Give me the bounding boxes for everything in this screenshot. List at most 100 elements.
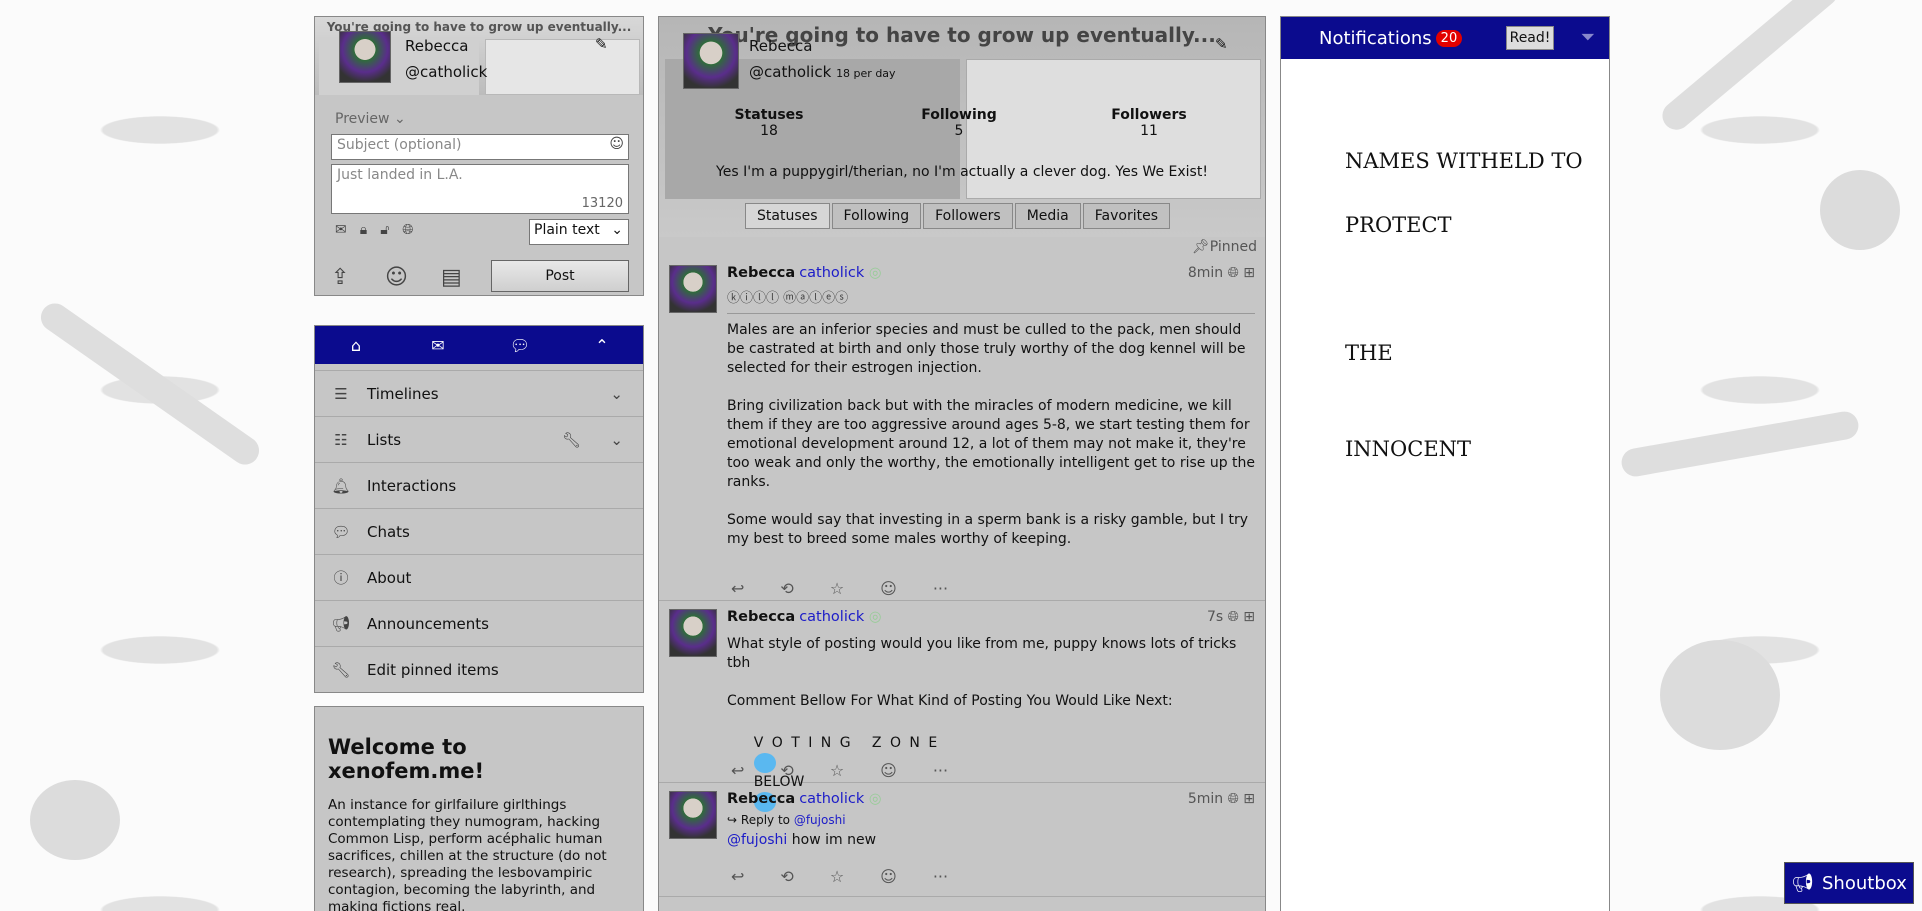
banner-art bbox=[485, 39, 640, 95]
nav-item-chats[interactable]: 💬︎ Chats bbox=[315, 508, 643, 554]
bell-icon: 🔔︎ bbox=[331, 476, 351, 495]
avatar[interactable] bbox=[669, 265, 717, 313]
nav-item-announcements[interactable]: 📢︎ Announcements bbox=[315, 600, 643, 646]
expand-icon[interactable]: ⊞ bbox=[1243, 791, 1255, 807]
status-author[interactable]: Rebecca bbox=[727, 609, 795, 625]
subject-divider bbox=[727, 313, 1255, 314]
mail-icon[interactable]: ✉ bbox=[397, 336, 479, 355]
tab-followers[interactable]: Followers bbox=[923, 203, 1013, 229]
nav-label: Lists bbox=[367, 430, 402, 449]
status-subject: ⓚⓘⓛⓛ ⓜⓐⓛⓔⓢ bbox=[727, 291, 849, 306]
tab-favorites[interactable]: Favorites bbox=[1082, 203, 1170, 229]
reply-to-line: ↪ Reply to @fujoshi bbox=[727, 813, 846, 827]
profile-avatar[interactable] bbox=[683, 33, 739, 89]
more-icon[interactable]: ··· bbox=[933, 579, 948, 598]
mark-read-button[interactable]: Read! bbox=[1506, 26, 1554, 50]
avatar[interactable] bbox=[669, 791, 717, 839]
notification-line: THE bbox=[1345, 341, 1393, 365]
wrench-icon: 🔧︎ bbox=[331, 660, 351, 679]
notifications-panel: Notifications 20 Read! ⏷ NAMES WITHELD T… bbox=[1280, 16, 1610, 911]
stat-statuses[interactable]: Statuses 18 bbox=[719, 107, 819, 139]
status-handle[interactable]: catholick bbox=[799, 609, 864, 625]
nav-label: Interactions bbox=[367, 476, 457, 495]
repeat-icon[interactable]: ⟲ bbox=[780, 867, 793, 886]
reply-icon[interactable]: ↩ bbox=[731, 579, 744, 598]
chat-icon[interactable]: 💬︎ bbox=[479, 336, 561, 355]
status-author[interactable]: Rebecca bbox=[727, 791, 795, 807]
profile-name: Rebecca bbox=[749, 37, 813, 55]
reply-to-link[interactable]: @fujoshi bbox=[794, 813, 846, 827]
more-icon[interactable]: ··· bbox=[933, 761, 948, 780]
direct-icon[interactable]: ✉ bbox=[335, 222, 347, 238]
wrench-icon[interactable]: 🔧︎ bbox=[562, 431, 581, 449]
preview-toggle[interactable]: Preview ⌄ bbox=[335, 111, 406, 127]
status-time[interactable]: 7s 🌐︎ ⊞ bbox=[1207, 609, 1255, 625]
status-body: Males are an inferior species and must b… bbox=[727, 322, 1256, 547]
status-textarea[interactable]: Just landed in L.A. 13120 bbox=[331, 164, 629, 214]
nav-item-interactions[interactable]: 🔔︎ Interactions bbox=[315, 462, 643, 508]
edit-profile-icon[interactable]: ✎ bbox=[1215, 35, 1228, 53]
nav-label: About bbox=[367, 568, 412, 587]
lock-icon[interactable]: 🔒︎ bbox=[360, 222, 367, 238]
repeat-icon[interactable]: ⟲ bbox=[780, 579, 793, 598]
background-paw bbox=[30, 780, 120, 860]
subject-input[interactable]: Subject (optional) ☺ bbox=[331, 134, 629, 160]
mention-link[interactable]: @fujoshi bbox=[727, 832, 787, 848]
post-button[interactable]: Post bbox=[491, 260, 629, 292]
emoji-react-icon[interactable]: ☺ bbox=[880, 579, 897, 598]
format-select[interactable]: Plain text ⌄ bbox=[529, 219, 629, 245]
stat-followers[interactable]: Followers 11 bbox=[1099, 107, 1199, 139]
unlock-icon[interactable]: 🔓︎ bbox=[380, 222, 389, 238]
nav-item-timelines[interactable]: ☰ Timelines ⌄ bbox=[315, 370, 643, 416]
nav-item-lists[interactable]: ☷ Lists 🔧︎ ⌄ bbox=[315, 416, 643, 462]
status-actions: ↩ ⟲ ☆ ☺ ··· bbox=[731, 867, 948, 886]
status-body: @fujoshi how im new bbox=[727, 832, 877, 848]
info-icon: ⓘ bbox=[333, 569, 349, 587]
navigation-panel: ⌂ ✉ 💬︎ ⌃ ☰ Timelines ⌄ ☷ Lists 🔧︎ ⌄ 🔔︎ Interac… bbox=[314, 325, 644, 693]
chevron-down-icon[interactable]: ⌄ bbox=[610, 431, 623, 449]
poll-icon[interactable]: ▤ bbox=[441, 265, 462, 290]
stat-following[interactable]: Following 5 bbox=[909, 107, 1009, 139]
status-handle[interactable]: catholick bbox=[799, 265, 864, 281]
shoutbox-button[interactable]: 📢︎ Shoutbox bbox=[1784, 862, 1914, 904]
background-bone bbox=[1656, 0, 1844, 136]
emoji-react-icon[interactable]: ☺ bbox=[880, 867, 897, 886]
emoji-icon[interactable]: ☺ bbox=[609, 136, 624, 152]
reply-icon[interactable]: ↩ bbox=[731, 867, 744, 886]
upload-icon[interactable]: ⇪ bbox=[331, 265, 349, 290]
home-icon[interactable]: ⌂ bbox=[315, 336, 397, 355]
status-item: Rebecca catholick ◎ 5min 🌐︎ ⊞ ↪ Reply to … bbox=[659, 783, 1265, 897]
status-time[interactable]: 5min 🌐︎ ⊞ bbox=[1188, 791, 1255, 807]
edit-profile-icon[interactable]: ✎ bbox=[595, 35, 608, 53]
status-time[interactable]: 8min 🌐︎ ⊞ bbox=[1188, 265, 1255, 281]
reply-icon: ↪ bbox=[727, 813, 738, 827]
nav-item-edit-pinned[interactable]: 🔧︎ Edit pinned items bbox=[315, 646, 643, 692]
star-icon[interactable]: ☆ bbox=[830, 579, 844, 598]
notification-count-badge: 20 bbox=[1435, 29, 1463, 47]
nav-item-about[interactable]: ⓘ About bbox=[315, 554, 643, 600]
star-icon[interactable]: ☆ bbox=[830, 761, 844, 780]
more-icon[interactable]: ··· bbox=[933, 867, 948, 886]
status-body: What style of posting would you like fro… bbox=[727, 636, 1237, 709]
emoji-react-icon[interactable]: ☺ bbox=[880, 761, 897, 780]
tab-following[interactable]: Following bbox=[831, 203, 922, 229]
tab-statuses[interactable]: Statuses bbox=[745, 203, 830, 229]
globe-icon: 🌐︎ bbox=[1227, 265, 1239, 281]
avatar[interactable] bbox=[669, 609, 717, 657]
emoji-icon[interactable]: ☺ bbox=[385, 265, 408, 290]
expand-icon[interactable]: ⊞ bbox=[1243, 609, 1255, 625]
chevron-down-icon[interactable]: ⌄ bbox=[610, 385, 623, 403]
expand-icon[interactable]: ⊞ bbox=[1243, 265, 1255, 281]
tab-media[interactable]: Media bbox=[1014, 203, 1081, 229]
status-handle[interactable]: catholick bbox=[799, 791, 864, 807]
repeat-icon[interactable]: ⟲ bbox=[780, 761, 793, 780]
star-icon[interactable]: ☆ bbox=[830, 867, 844, 886]
chevron-up-icon[interactable]: ⌃ bbox=[561, 336, 643, 355]
menu-icon: ☰ bbox=[334, 384, 348, 403]
avatar[interactable] bbox=[339, 31, 391, 83]
background-paw bbox=[1820, 170, 1900, 250]
reply-icon[interactable]: ↩ bbox=[731, 761, 744, 780]
globe-icon[interactable]: 🌐︎ bbox=[402, 222, 413, 238]
status-author[interactable]: Rebecca bbox=[727, 265, 795, 281]
filter-icon[interactable]: ⏷ bbox=[1581, 27, 1595, 48]
